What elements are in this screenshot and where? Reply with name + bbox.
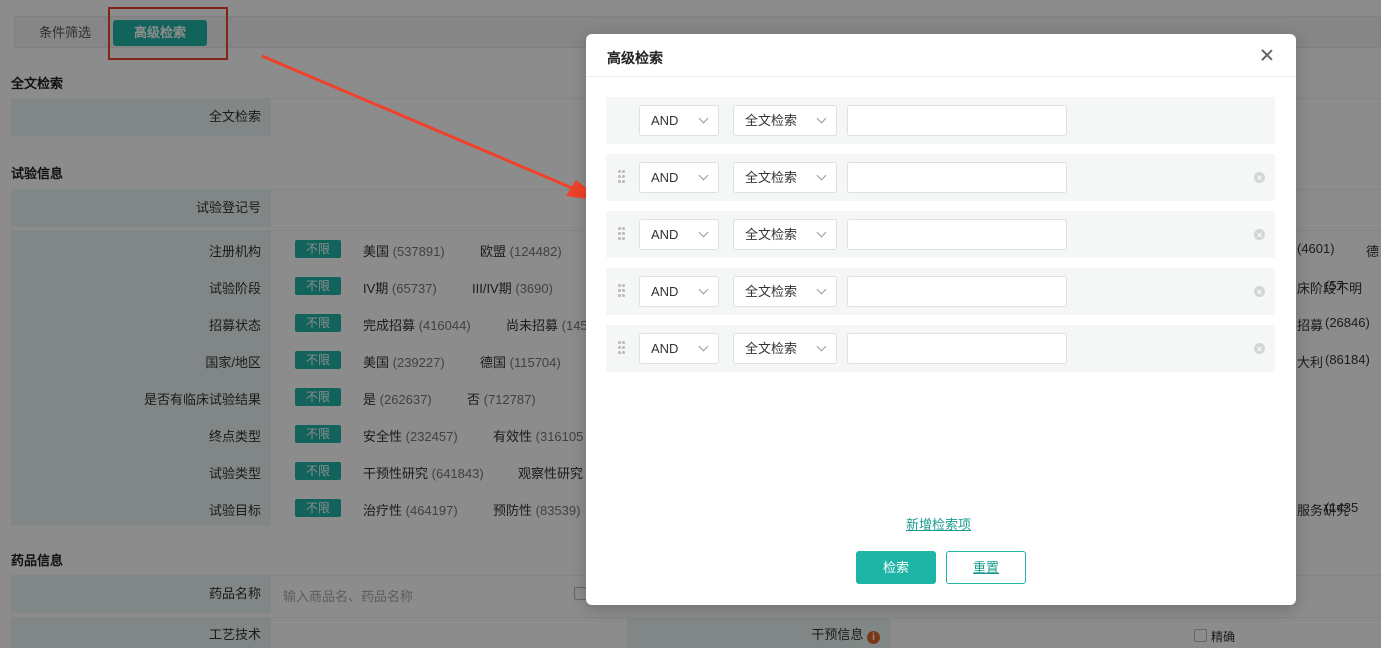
search-button[interactable]: 检索 bbox=[856, 551, 936, 584]
chevron-down-icon bbox=[816, 341, 827, 352]
chevron-down-icon bbox=[816, 284, 827, 295]
drag-handle-icon[interactable] bbox=[618, 341, 626, 355]
query-row: AND 全文检索 bbox=[606, 211, 1275, 258]
query-value-input[interactable] bbox=[847, 333, 1067, 364]
modal-header: 高级检索 bbox=[586, 34, 1296, 77]
operator-value: AND bbox=[651, 113, 679, 128]
chevron-down-icon bbox=[816, 170, 827, 181]
drag-handle-icon[interactable] bbox=[618, 227, 626, 241]
operator-select[interactable]: AND bbox=[639, 219, 719, 250]
add-search-item-link[interactable]: 新增检索项 bbox=[906, 514, 971, 533]
chevron-down-icon bbox=[698, 113, 709, 124]
operator-select[interactable]: AND bbox=[639, 162, 719, 193]
field-select[interactable]: 全文检索 bbox=[733, 333, 837, 364]
query-row: AND 全文检索 bbox=[606, 268, 1275, 315]
operator-value: AND bbox=[651, 170, 679, 185]
operator-select[interactable]: AND bbox=[639, 105, 719, 136]
modal-title: 高级检索 bbox=[607, 50, 663, 66]
remove-row-icon[interactable] bbox=[1254, 286, 1265, 297]
reset-button[interactable]: 重置 bbox=[946, 551, 1026, 584]
chevron-down-icon bbox=[698, 227, 709, 238]
query-row: AND 全文检索 bbox=[606, 154, 1275, 201]
field-value: 全文检索 bbox=[745, 341, 798, 356]
chevron-down-icon bbox=[698, 341, 709, 352]
chevron-down-icon bbox=[816, 113, 827, 124]
field-value: 全文检索 bbox=[745, 227, 798, 242]
advanced-search-modal: 高级检索 AND 全文检索 AND 全文检索 AND 全文检索 AND 全文检索 AND 全文检索… bbox=[586, 34, 1296, 605]
query-row: AND 全文检索 bbox=[606, 97, 1275, 144]
field-select[interactable]: 全文检索 bbox=[733, 105, 837, 136]
drag-handle-icon[interactable] bbox=[618, 170, 626, 184]
operator-select[interactable]: AND bbox=[639, 333, 719, 364]
chevron-down-icon bbox=[816, 227, 827, 238]
drag-handle-icon[interactable] bbox=[618, 284, 626, 298]
query-value-input[interactable] bbox=[847, 276, 1067, 307]
query-value-input[interactable] bbox=[847, 162, 1067, 193]
operator-select[interactable]: AND bbox=[639, 276, 719, 307]
query-row: AND 全文检索 bbox=[606, 325, 1275, 372]
field-select[interactable]: 全文检索 bbox=[733, 219, 837, 250]
remove-row-icon[interactable] bbox=[1254, 172, 1265, 183]
field-value: 全文检索 bbox=[745, 113, 798, 128]
field-select[interactable]: 全文检索 bbox=[733, 162, 837, 193]
operator-value: AND bbox=[651, 341, 679, 356]
remove-row-icon[interactable] bbox=[1254, 229, 1265, 240]
operator-value: AND bbox=[651, 284, 679, 299]
chevron-down-icon bbox=[698, 170, 709, 181]
operator-value: AND bbox=[651, 227, 679, 242]
field-value: 全文检索 bbox=[745, 170, 798, 185]
query-value-input[interactable] bbox=[847, 105, 1067, 136]
chevron-down-icon bbox=[698, 284, 709, 295]
remove-row-icon[interactable] bbox=[1254, 343, 1265, 354]
close-icon[interactable] bbox=[1258, 46, 1276, 64]
field-select[interactable]: 全文检索 bbox=[733, 276, 837, 307]
query-value-input[interactable] bbox=[847, 219, 1067, 250]
field-value: 全文检索 bbox=[745, 284, 798, 299]
